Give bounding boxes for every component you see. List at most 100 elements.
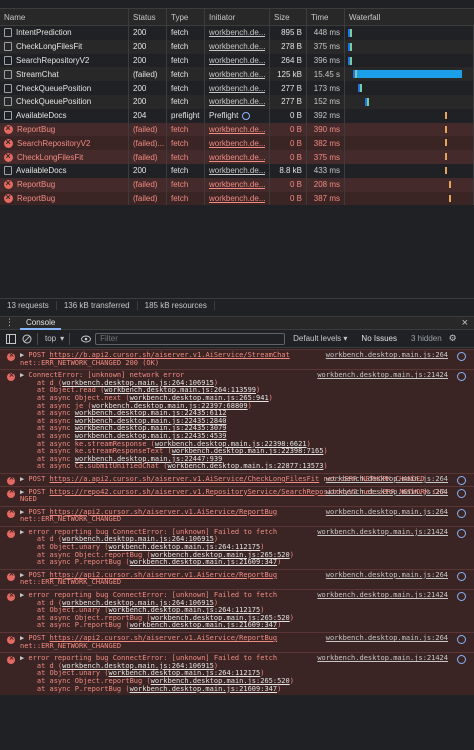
request-name[interactable]: IntentPrediction bbox=[0, 26, 129, 40]
request-name[interactable]: CheckLongFilesFit bbox=[0, 39, 129, 54]
source-link[interactable]: workbench.desktop.main.js:21424 bbox=[317, 528, 448, 537]
sidebar-toggle-icon[interactable] bbox=[6, 333, 16, 344]
ai-explain-icon[interactable] bbox=[457, 352, 466, 361]
request-initiator[interactable]: workbench.de... bbox=[205, 26, 270, 40]
request-initiator[interactable]: workbench.de... bbox=[205, 94, 270, 109]
request-initiator[interactable]: workbench.de... bbox=[205, 122, 270, 137]
request-initiator[interactable]: workbench.de... bbox=[205, 67, 270, 82]
more-options-icon[interactable]: ⋮ bbox=[5, 317, 14, 328]
column-header-waterfall[interactable]: Waterfall bbox=[345, 9, 474, 25]
console-error-message[interactable]: workbench.desktop.main.js:21424▶ error r… bbox=[0, 589, 474, 632]
column-header-type[interactable]: Type bbox=[167, 9, 205, 25]
request-name[interactable]: SearchRepositoryV2 bbox=[0, 136, 129, 151]
table-row[interactable]: CheckQueuePosition 200 fetch workbench.de..… bbox=[0, 81, 474, 95]
request-initiator[interactable]: workbench.de... bbox=[205, 191, 270, 206]
request-initiator[interactable]: workbench.de... bbox=[205, 163, 270, 178]
request-initiator[interactable]: workbench.de... bbox=[205, 150, 270, 164]
table-row[interactable]: CheckQueuePosition 200 fetch workbench.de..… bbox=[0, 94, 474, 109]
context-selector[interactable]: top ▾ bbox=[45, 334, 64, 343]
close-icon[interactable]: × bbox=[462, 317, 468, 329]
console-error-message[interactable]: workbench.desktop.main.js:264▶ POST http… bbox=[0, 632, 474, 653]
source-link[interactable]: workbench.desktop.main.js:21424 bbox=[317, 591, 448, 600]
console-error-message[interactable]: workbench.desktop.main.js:264▶ POST http… bbox=[0, 349, 474, 370]
initiator-link[interactable]: workbench.de... bbox=[209, 125, 265, 134]
source-link[interactable]: workbench.desktop.main.js:21424 bbox=[317, 655, 448, 663]
request-name[interactable]: ReportBug bbox=[0, 122, 129, 137]
ai-explain-icon[interactable] bbox=[457, 508, 466, 518]
ai-explain-icon[interactable] bbox=[457, 592, 466, 602]
request-initiator[interactable]: workbench.de... bbox=[205, 177, 270, 192]
source-link[interactable]: workbench.desktop.main.js:264 bbox=[326, 475, 448, 484]
column-header-name[interactable]: Name bbox=[0, 9, 129, 25]
table-row[interactable]: SearchRepositoryV2 200 fetch workbench.de..… bbox=[0, 53, 474, 68]
table-row[interactable]: IntentPrediction 200 fetch workbench.de... 8… bbox=[0, 26, 474, 40]
request-initiator[interactable]: workbench.de... bbox=[205, 39, 270, 54]
source-link[interactable]: workbench.desktop.main.js:21424 bbox=[317, 372, 448, 380]
tab-console[interactable]: Console bbox=[20, 316, 62, 330]
request-initiator[interactable]: workbench.de... bbox=[205, 136, 270, 151]
initiator-link[interactable]: workbench.de... bbox=[209, 56, 265, 65]
request-name[interactable]: AvailableDocs bbox=[0, 108, 129, 123]
console-error-message[interactable]: workbench.desktop.main.js:264▶ POST http… bbox=[0, 505, 474, 526]
preflight-icon[interactable] bbox=[242, 111, 251, 120]
initiator-link[interactable]: workbench.de... bbox=[209, 97, 265, 106]
console-error-message[interactable]: workbench.desktop.main.js:21424▶ Connect… bbox=[0, 369, 474, 473]
request-name[interactable]: SearchRepositoryV2 bbox=[0, 53, 129, 68]
table-row[interactable]: ReportBug (failed)fetch workbench.de... 0 B… bbox=[0, 191, 474, 206]
request-name[interactable]: CheckQueuePosition bbox=[0, 94, 129, 109]
console-error-message[interactable]: workbench.desktop.main.js:264▶ POST http… bbox=[0, 568, 474, 590]
column-header-initiator[interactable]: Initiator bbox=[205, 9, 270, 25]
clear-console-icon[interactable] bbox=[22, 334, 32, 344]
request-initiator[interactable]: workbench.de... bbox=[205, 81, 270, 95]
table-row[interactable]: AvailableDocs 200 fetch workbench.de... 8.8 … bbox=[0, 163, 474, 178]
ai-explain-icon[interactable] bbox=[457, 528, 466, 538]
request-name[interactable]: StreamChat bbox=[0, 67, 129, 82]
source-link[interactable]: workbench.desktop.main.js:264 bbox=[326, 571, 448, 580]
initiator-link[interactable]: workbench.de... bbox=[209, 180, 265, 189]
ai-explain-icon[interactable] bbox=[457, 488, 466, 498]
table-row[interactable]: AvailableDocs 204 preflight Preflight 0 B 392… bbox=[0, 108, 474, 123]
filter-input[interactable] bbox=[95, 332, 286, 345]
ai-explain-icon[interactable] bbox=[457, 372, 466, 382]
console-error-message[interactable]: workbench.desktop.main.js:264▶ POST http… bbox=[0, 485, 474, 506]
initiator-link[interactable]: workbench.de... bbox=[209, 42, 265, 51]
console-error-message[interactable]: workbench.desktop.main.js:264▶ POST http… bbox=[0, 472, 474, 486]
ai-explain-icon[interactable] bbox=[457, 475, 466, 485]
table-row[interactable]: ReportBug (failed)fetch workbench.de... 0 B… bbox=[0, 122, 474, 137]
log-levels-dropdown[interactable]: Default levels ▾ bbox=[293, 334, 347, 343]
source-link[interactable]: workbench.desktop.main.js:264 bbox=[326, 488, 448, 497]
ai-explain-icon[interactable] bbox=[457, 635, 466, 644]
request-name[interactable]: ReportBug bbox=[0, 177, 129, 192]
issues-button[interactable]: No Issues bbox=[361, 334, 397, 343]
table-row[interactable]: StreamChat (failed) fetch workbench.de... 12… bbox=[0, 67, 474, 82]
table-row[interactable]: ReportBug (failed)fetch workbench.de... 0 B… bbox=[0, 177, 474, 192]
request-name[interactable]: AvailableDocs bbox=[0, 163, 129, 178]
initiator-link[interactable]: workbench.de... bbox=[209, 194, 265, 203]
initiator-link[interactable]: workbench.de... bbox=[209, 28, 265, 37]
initiator-link[interactable]: workbench.de... bbox=[209, 84, 265, 93]
initiator-link[interactable]: workbench.de... bbox=[209, 139, 265, 148]
request-name[interactable]: ReportBug bbox=[0, 191, 129, 206]
initiator-link[interactable]: Preflight bbox=[209, 111, 238, 120]
initiator-link[interactable]: workbench.de... bbox=[209, 166, 265, 175]
initiator-link[interactable]: workbench.de... bbox=[209, 153, 265, 162]
request-initiator[interactable]: workbench.de... bbox=[205, 53, 270, 68]
request-initiator[interactable]: Preflight bbox=[205, 108, 270, 123]
source-link[interactable]: workbench.desktop.main.js:264 bbox=[326, 351, 448, 360]
request-name[interactable]: CheckQueuePosition bbox=[0, 81, 129, 95]
table-row[interactable]: CheckLongFilesFit (failed)fetch workbench.… bbox=[0, 150, 474, 164]
gear-icon[interactable]: ⚙ bbox=[448, 333, 458, 344]
ai-explain-icon[interactable] bbox=[457, 571, 466, 581]
ai-explain-icon[interactable] bbox=[457, 655, 466, 665]
column-header-time[interactable]: Time bbox=[307, 9, 345, 25]
source-link[interactable]: workbench.desktop.main.js:264 bbox=[326, 634, 448, 643]
table-row[interactable]: SearchRepositoryV2 (failed)...fetch workbe… bbox=[0, 136, 474, 151]
eye-icon[interactable] bbox=[81, 334, 92, 344]
console-error-message[interactable]: workbench.desktop.main.js:21424▶ error r… bbox=[0, 652, 474, 696]
console-error-message[interactable]: workbench.desktop.main.js:21424▶ error r… bbox=[0, 525, 474, 569]
source-link[interactable]: workbench.desktop.main.js:264 bbox=[326, 508, 448, 517]
column-header-status[interactable]: Status bbox=[129, 9, 167, 25]
column-header-size[interactable]: Size bbox=[270, 9, 307, 25]
table-row[interactable]: CheckLongFilesFit 200 fetch workbench.de...… bbox=[0, 39, 474, 54]
initiator-link[interactable]: workbench.de... bbox=[209, 70, 265, 79]
